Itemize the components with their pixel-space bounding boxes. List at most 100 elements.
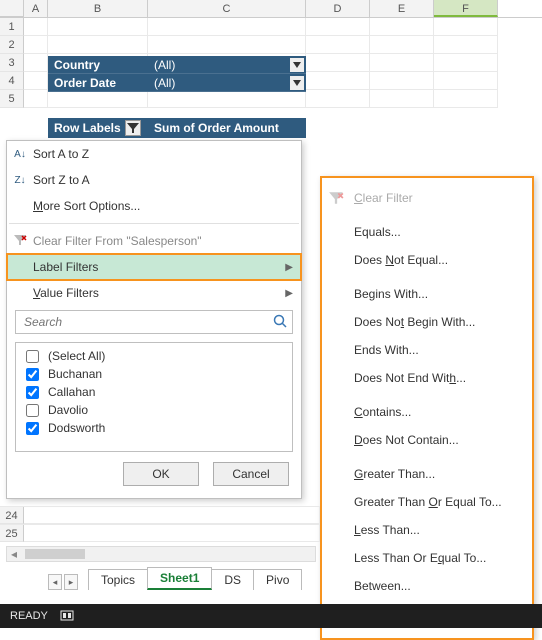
submenu-less-than-or-equal[interactable]: Less Than Or Equal To...	[322, 544, 532, 572]
submenu-label: Does Not Contain...	[354, 433, 459, 447]
row-labels-text: Row Labels	[54, 121, 121, 135]
status-macro-icon[interactable]	[60, 608, 74, 625]
menu-label: Value Filters	[33, 286, 99, 300]
search-box[interactable]	[15, 310, 293, 334]
filter-values-list[interactable]: (Select All) Buchanan Callahan Davolio D…	[15, 342, 293, 452]
menu-separator	[9, 223, 299, 224]
col-header-f[interactable]: F	[434, 0, 498, 17]
checkbox[interactable]	[26, 386, 39, 399]
submenu-clear-filter: Clear Filter	[322, 184, 532, 212]
tab-sheet1[interactable]: Sheet1	[147, 567, 212, 590]
sum-field-header[interactable]: Sum of Order Amount	[148, 121, 306, 135]
menu-label: More Sort Options...	[33, 199, 140, 213]
filter-item[interactable]: Davolio	[22, 401, 286, 419]
checkbox[interactable]	[26, 350, 39, 363]
dialog-buttons: OK Cancel	[7, 452, 301, 490]
submenu-between[interactable]: Between...	[322, 572, 532, 600]
dropdown-icon[interactable]	[290, 76, 304, 90]
sort-z-to-a[interactable]: Z↓ Sort Z to A	[7, 167, 301, 193]
submenu-label: Equals...	[354, 225, 401, 239]
search-input[interactable]	[22, 314, 272, 330]
value-filters[interactable]: Value Filters ▶	[7, 280, 301, 306]
sheet-tab-bar: ◂ ▸ Topics Sheet1 DS Pivo	[48, 566, 301, 590]
submenu-does-not-begin-with[interactable]: Does Not Begin With...	[322, 308, 532, 336]
pivot-filter-label: Order Date	[48, 76, 148, 90]
scrollbar-thumb[interactable]	[25, 549, 85, 559]
tab-nav-buttons: ◂ ▸	[48, 574, 78, 590]
col-header-a[interactable]: A	[24, 0, 48, 17]
checkbox[interactable]	[26, 422, 39, 435]
dropdown-icon[interactable]	[290, 58, 304, 72]
row-header-3[interactable]: 3	[0, 54, 24, 72]
ok-button[interactable]: OK	[123, 462, 199, 486]
submenu-label: Does Not End With...	[354, 371, 466, 385]
pivot-filter-country[interactable]: Country (All)	[48, 56, 306, 74]
row-header-25[interactable]: 25	[0, 525, 24, 542]
filter-select-all[interactable]: (Select All)	[22, 347, 286, 365]
submenu-does-not-equal[interactable]: Does Not Equal...	[322, 246, 532, 274]
cancel-button[interactable]: Cancel	[213, 462, 289, 486]
row-header-4[interactable]: 4	[0, 72, 24, 90]
submenu-label: Less Than...	[354, 523, 420, 537]
sort-a-to-z[interactable]: A↓ Sort A to Z	[7, 141, 301, 167]
pivot-report-filters: Country (All) Order Date (All)	[48, 56, 306, 92]
submenu-greater-than-or-equal[interactable]: Greater Than Or Equal To...	[322, 488, 532, 516]
checkbox[interactable]	[26, 368, 39, 381]
submenu-label: Contains...	[354, 405, 411, 419]
clear-filter-from[interactable]: Clear Filter From "Salesperson"	[7, 228, 301, 254]
col-header-b[interactable]: B	[48, 0, 148, 17]
submenu-label: Greater Than...	[354, 467, 435, 481]
pivot-column-headers: Row Labels Sum of Order Amount	[48, 118, 306, 138]
tab-pivot-truncated[interactable]: Pivo	[253, 569, 302, 590]
more-sort-options[interactable]: More Sort Options...	[7, 193, 301, 219]
clear-filter-icon	[328, 190, 344, 209]
row-header-2[interactable]: 2	[0, 36, 24, 54]
submenu-arrow-icon: ▶	[285, 288, 293, 299]
pivot-filter-order-date[interactable]: Order Date (All)	[48, 74, 306, 92]
filter-item[interactable]: Dodsworth	[22, 419, 286, 437]
tab-topics[interactable]: Topics	[88, 569, 148, 590]
tab-ds[interactable]: DS	[211, 569, 254, 590]
filter-dropdown-menu: A↓ Sort A to Z Z↓ Sort Z to A More Sort …	[6, 140, 302, 499]
submenu-less-than[interactable]: Less Than...	[322, 516, 532, 544]
submenu-arrow-icon: ▶	[285, 262, 293, 273]
status-bar: READY	[0, 604, 542, 628]
label-filters[interactable]: Label Filters ▶	[7, 254, 301, 280]
filter-item[interactable]: Buchanan	[22, 365, 286, 383]
submenu-equals[interactable]: Equals...	[322, 218, 532, 246]
tab-nav-prev[interactable]: ◂	[48, 574, 62, 590]
col-header-c[interactable]: C	[148, 0, 306, 17]
filter-item-label: (Select All)	[48, 349, 105, 363]
submenu-contains[interactable]: Contains...	[322, 398, 532, 426]
filter-button-icon[interactable]	[125, 120, 141, 136]
horizontal-scrollbar[interactable]: ◂	[6, 546, 316, 562]
submenu-begins-with[interactable]: Begins With...	[322, 280, 532, 308]
submenu-does-not-end-with[interactable]: Does Not End With...	[322, 364, 532, 392]
grid-rows-bottom: 24 25	[0, 506, 320, 542]
select-all-corner[interactable]	[0, 0, 24, 17]
search-icon	[272, 313, 288, 332]
sort-asc-icon: A↓	[11, 149, 29, 160]
submenu-label: Between...	[354, 579, 411, 593]
menu-label: Clear Filter From "Salesperson"	[33, 234, 202, 248]
row-header-24[interactable]: 24	[0, 507, 24, 524]
label-filters-submenu: Clear Filter Equals... Does Not Equal...…	[320, 176, 534, 640]
checkbox[interactable]	[26, 404, 39, 417]
col-header-d[interactable]: D	[306, 0, 370, 17]
filter-item[interactable]: Callahan	[22, 383, 286, 401]
row-labels-header[interactable]: Row Labels	[48, 120, 148, 136]
tab-nav-next[interactable]: ▸	[64, 574, 78, 590]
column-headers: A B C D E F	[0, 0, 542, 18]
submenu-label: Less Than Or Equal To...	[354, 551, 486, 565]
menu-label: Sort Z to A	[33, 173, 90, 187]
row-header-1[interactable]: 1	[0, 18, 24, 36]
submenu-ends-with[interactable]: Ends With...	[322, 336, 532, 364]
scroll-left-icon[interactable]: ◂	[11, 547, 17, 561]
submenu-greater-than[interactable]: Greater Than...	[322, 460, 532, 488]
submenu-label: Begins With...	[354, 287, 428, 301]
col-header-e[interactable]: E	[370, 0, 434, 17]
submenu-does-not-contain[interactable]: Does Not Contain...	[322, 426, 532, 454]
row-header-5[interactable]: 5	[0, 90, 24, 108]
pivot-filter-value: (All)	[148, 76, 290, 90]
submenu-label: Ends With...	[354, 343, 419, 357]
